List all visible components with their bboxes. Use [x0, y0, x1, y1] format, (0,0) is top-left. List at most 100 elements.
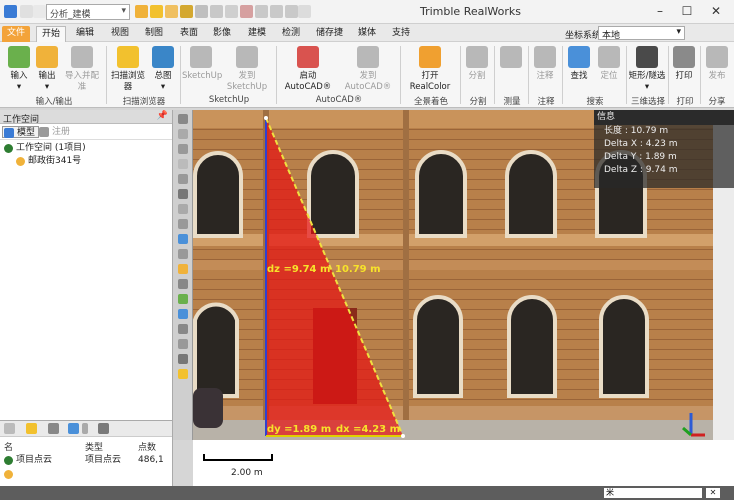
viewer-tool-icon[interactable]: [178, 144, 188, 154]
options-icon[interactable]: [98, 423, 109, 434]
viewer-tool-icon[interactable]: [178, 204, 188, 214]
viewer-tool-icon[interactable]: [178, 234, 188, 244]
viewer-tool-icon[interactable]: [178, 189, 188, 199]
coord-system-select[interactable]: 本地: [598, 26, 685, 41]
send-sketchup-button[interactable]: 发到SketchUp: [220, 46, 274, 93]
tab-storage[interactable]: 储存捷: [316, 26, 343, 42]
column-count[interactable]: 点数: [138, 440, 156, 453]
ribbon-tab-bar: 文件 开始 编辑 视图 制图 表面 影像 建模 检测 储存捷 媒体 支持 坐标系…: [0, 24, 734, 42]
tab-edit[interactable]: 编辑: [76, 26, 94, 42]
measure-button[interactable]: [496, 46, 526, 71]
group-label-print: 打印: [676, 97, 694, 107]
tab-model[interactable]: 模型: [2, 126, 40, 138]
paint-icon[interactable]: [255, 5, 268, 18]
viewer-tool-icon[interactable]: [178, 219, 188, 229]
viewer-tool-icon[interactable]: [178, 264, 188, 274]
maximize-button[interactable]: ☐: [678, 3, 696, 20]
customize-icon[interactable]: [298, 5, 311, 18]
close-button[interactable]: ✕: [707, 3, 725, 20]
redo-icon[interactable]: [225, 5, 238, 18]
view-icon[interactable]: [68, 423, 79, 434]
tab-drawing[interactable]: 制图: [145, 26, 163, 42]
ribbon-separator: [106, 46, 107, 104]
tab-media[interactable]: 媒体: [358, 26, 376, 42]
start-autocad-label: 启动AutoCAD®: [284, 71, 332, 92]
status-bar: 米 ✕: [0, 486, 734, 500]
find-button[interactable]: 查找: [564, 46, 594, 82]
tab-image[interactable]: 影像: [213, 26, 231, 42]
sketchup-button[interactable]: SketchUp: [182, 46, 222, 82]
viewer-tool-icon[interactable]: [178, 324, 188, 334]
filter-icon[interactable]: [285, 5, 298, 18]
tab-home[interactable]: 开始: [36, 26, 66, 42]
viewer-tool-icon[interactable]: [178, 294, 188, 304]
link-icon[interactable]: [270, 5, 283, 18]
viewer-tool-icon[interactable]: [178, 114, 188, 124]
row-name: 项目点云: [16, 455, 53, 465]
ribbon-separator: [562, 46, 563, 104]
print-button[interactable]: 打印: [670, 46, 698, 82]
send-autocad-button[interactable]: 发到AutoCAD®: [338, 46, 398, 93]
ribbon-separator: [180, 46, 181, 104]
save-as-icon[interactable]: [195, 5, 208, 18]
publish-button[interactable]: 发布: [702, 46, 732, 82]
chevron-down-icon[interactable]: [82, 423, 88, 434]
list-item[interactable]: 项目点云 项目点云 486,1: [4, 454, 169, 467]
export-button[interactable]: 输出 ▾: [32, 46, 62, 93]
viewer-tool-icon[interactable]: [178, 249, 188, 259]
open-icon[interactable]: [165, 5, 178, 18]
refresh-icon[interactable]: [20, 5, 33, 18]
tab-file[interactable]: 文件: [2, 26, 30, 42]
tab-support[interactable]: 支持: [392, 26, 410, 42]
locate-button[interactable]: 定位: [594, 46, 624, 82]
status-close-button[interactable]: ✕: [706, 488, 720, 498]
layout-select[interactable]: 分析_建模: [46, 4, 130, 20]
rect-select-button[interactable]: 矩形/隧选 ▾: [628, 46, 666, 93]
tree-item-project[interactable]: 邮政街341号: [0, 155, 172, 168]
tab-modeling[interactable]: 建模: [248, 26, 266, 42]
properties-panel: 名 类型 点数 项目点云 项目点云 486,1: [0, 420, 173, 488]
publish-label: 发布: [708, 71, 726, 81]
overview-label: 总图: [154, 71, 172, 81]
workspace-tabs: 模型 注册: [0, 124, 172, 140]
up-arrow-icon[interactable]: [48, 423, 59, 434]
tab-inspection[interactable]: 检测: [282, 26, 300, 42]
viewer-tool-icon[interactable]: [178, 129, 188, 139]
column-type[interactable]: 类型: [85, 440, 103, 453]
home-icon[interactable]: [135, 5, 148, 18]
viewer-tool-icon[interactable]: [178, 354, 188, 364]
undo-icon[interactable]: [33, 5, 46, 18]
tree-item-workspace[interactable]: 工作空间 (1项目): [0, 142, 172, 155]
tab-surface[interactable]: 表面: [180, 26, 198, 42]
import-button[interactable]: 输入 ▾: [4, 46, 34, 93]
info-delta-z: Delta Z : 9.74 m: [604, 165, 678, 175]
viewer-tool-icon[interactable]: [178, 339, 188, 349]
annotate-button[interactable]: 注释: [530, 46, 560, 82]
export-icon[interactable]: [210, 5, 223, 18]
import-register-button[interactable]: 导入并配准: [62, 46, 102, 93]
segment-button[interactable]: 分割: [462, 46, 492, 82]
search-icon[interactable]: [4, 423, 15, 434]
tab-registration[interactable]: 注册: [38, 126, 73, 138]
list-item[interactable]: [4, 468, 169, 481]
viewport-3d[interactable]: dz =9.74 m 10.79 m dy =1.89 m dx =4.23 m…: [193, 110, 734, 440]
folder-icon[interactable]: [150, 5, 163, 18]
unit-field[interactable]: 米: [604, 488, 702, 498]
overview-button[interactable]: 总图 ▾: [148, 46, 178, 93]
minimize-button[interactable]: –: [651, 3, 669, 20]
viewer-tool-icon[interactable]: [178, 309, 188, 319]
viewer-tool-icon[interactable]: [178, 369, 188, 379]
tab-view[interactable]: 视图: [111, 26, 129, 42]
viewer-tool-icon[interactable]: [178, 279, 188, 289]
start-autocad-button[interactable]: 启动AutoCAD®: [278, 46, 338, 93]
folder-icon[interactable]: [26, 423, 37, 434]
print-icon[interactable]: [240, 5, 253, 18]
scan-explorer-button[interactable]: 扫描浏览器: [108, 46, 148, 93]
viewer-tool-icon[interactable]: [178, 174, 188, 184]
column-name[interactable]: 名: [4, 440, 13, 453]
open-realcolor-label: 打开RealColor: [409, 71, 451, 92]
save-icon[interactable]: [180, 5, 193, 18]
open-realcolor-button[interactable]: 打开RealColor: [402, 46, 458, 93]
pin-icon[interactable]: 📌: [157, 111, 168, 121]
viewer-tool-icon[interactable]: [178, 159, 188, 169]
